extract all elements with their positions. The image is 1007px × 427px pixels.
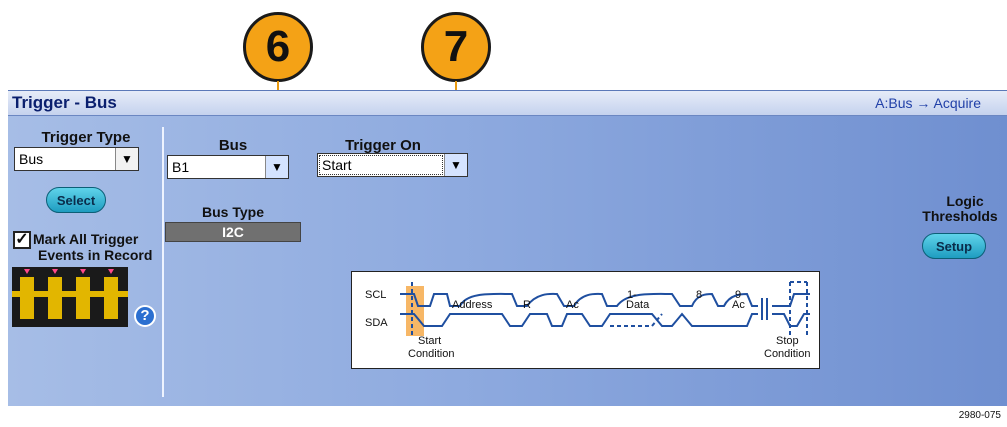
mark-all-checkbox[interactable]: ✓ bbox=[13, 231, 31, 249]
bus-label: Bus bbox=[218, 137, 248, 154]
bit-8-label: 8 bbox=[696, 289, 702, 301]
address-label: Address bbox=[452, 299, 493, 311]
callout-7-number: 7 bbox=[443, 22, 469, 71]
sda-waveform bbox=[400, 312, 758, 327]
help-icon[interactable]: ? bbox=[134, 305, 156, 327]
bus-value: B1 bbox=[172, 159, 190, 175]
i2c-timing-diagram: SCL SDA Address R Ac 1- Data 8 9 Ac Star… bbox=[351, 271, 820, 369]
callout-6-number: 6 bbox=[265, 22, 291, 71]
ac-label-1: Ac bbox=[566, 299, 579, 311]
trigger-events-waveform-icon bbox=[12, 267, 128, 327]
mark-all-label-line1: Mark All Trigger bbox=[33, 231, 139, 247]
dropdown-arrow-icon[interactable]: ▼ bbox=[444, 154, 467, 176]
logic-thresholds-label-line2: Thresholds bbox=[922, 208, 998, 224]
logic-thresholds-label-line1: Logic bbox=[946, 193, 984, 209]
data-label: Data bbox=[626, 299, 650, 311]
bus-type-readout: I2C bbox=[165, 222, 301, 242]
trigger-bus-window: Trigger - Bus A:Bus → Acquire Trigger Ty… bbox=[8, 90, 1007, 406]
stop-condition-line1: Stop bbox=[776, 335, 799, 347]
setup-button[interactable]: Setup bbox=[922, 233, 986, 259]
stop-condition-line2: Condition bbox=[764, 348, 810, 360]
window-title: Trigger - Bus bbox=[12, 93, 117, 112]
start-condition-line2: Condition bbox=[408, 348, 454, 360]
select-button[interactable]: Select bbox=[46, 187, 106, 213]
dropdown-arrow-icon[interactable]: ▼ bbox=[115, 148, 138, 170]
dropdown-arrow-icon[interactable]: ▼ bbox=[265, 156, 288, 178]
i2c-timing-svg: SCL SDA Address R Ac 1- Data 8 9 Ac Star… bbox=[365, 281, 810, 360]
trigger-type-value: Bus bbox=[19, 151, 44, 167]
sda-label: SDA bbox=[365, 317, 388, 329]
ac-label-2: Ac bbox=[732, 299, 745, 311]
callout-7: 7 bbox=[421, 12, 491, 82]
bus-type-label: Bus Type bbox=[202, 204, 264, 220]
bus-dropdown[interactable]: B1 ▼ bbox=[167, 155, 289, 179]
start-condition-line1: Start bbox=[418, 335, 441, 347]
trigger-type-label: Trigger Type bbox=[41, 129, 131, 146]
stop-dashed-box bbox=[789, 281, 808, 336]
trigger-chain-readout: A:Bus → Acquire bbox=[875, 95, 981, 111]
panel-divider bbox=[162, 127, 164, 397]
trigger-type-dropdown[interactable]: Bus ▼ bbox=[14, 147, 139, 171]
trigger-on-label: Trigger On bbox=[345, 137, 421, 154]
scl-label: SCL bbox=[365, 289, 386, 301]
trigger-on-value: Start bbox=[318, 154, 444, 176]
mark-all-label-line2: Events in Record bbox=[38, 247, 153, 263]
callout-6: 6 bbox=[243, 12, 313, 82]
r-label: R bbox=[523, 299, 531, 311]
title-bar: Trigger - Bus A:Bus → Acquire bbox=[8, 91, 1007, 116]
figure-id: 2980-075 bbox=[958, 410, 1001, 421]
trigger-on-dropdown[interactable]: Start ▼ bbox=[317, 153, 468, 177]
